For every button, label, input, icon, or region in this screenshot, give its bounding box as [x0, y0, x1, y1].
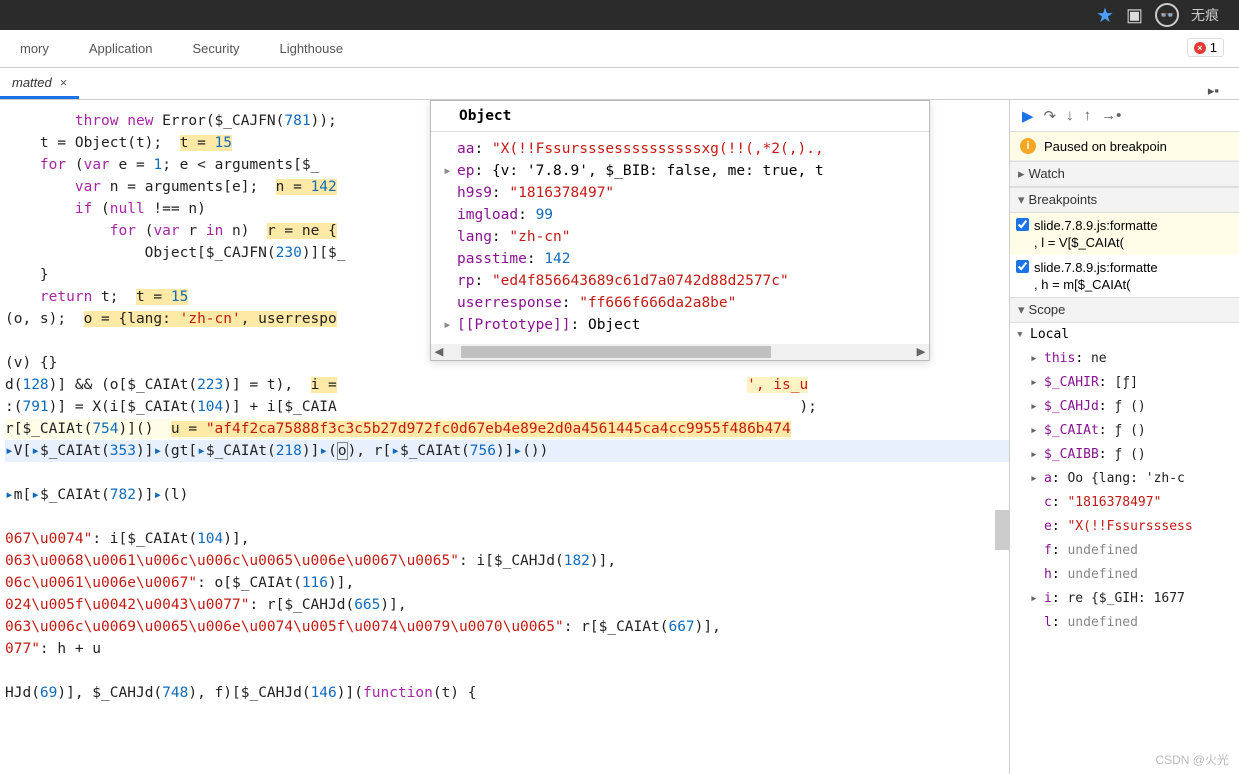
profile-avatar-icon[interactable]: 👓 — [1155, 3, 1179, 27]
scope-variable-row[interactable]: ▸this: ne — [1010, 347, 1239, 371]
scope-variable-row[interactable]: ▸$_CAHIR: [ƒ] — [1010, 371, 1239, 395]
tooltip-property-row[interactable]: ▸[[Prototype]]: Object — [439, 314, 921, 336]
tooltip-property-row[interactable]: h9s9: "1816378497" — [439, 182, 921, 204]
breakpoints-label: Breakpoints — [1029, 192, 1098, 207]
browser-chrome-bar: ★ ▣ 👓 无痕 — [0, 0, 1239, 30]
scope-variable-row[interactable]: ▸$_CAIBB: ƒ () — [1010, 443, 1239, 467]
breakpoint-item[interactable]: slide.7.8.9.js:formatte, h = m[$_CAIAt( — [1010, 255, 1239, 297]
main-split: throw new Error($_CAJFN(781)); t = Objec… — [0, 100, 1239, 774]
source-file-tabs: matted × ▸▪ — [0, 68, 1239, 100]
scope-variable-row[interactable]: ▸i: re {$_GIH: 1677 — [1010, 587, 1239, 611]
step-over-icon[interactable]: ↷ — [1044, 107, 1057, 125]
scope-variable-row[interactable]: l: undefined — [1010, 611, 1239, 635]
breakpoint-checkbox[interactable] — [1016, 218, 1029, 231]
tooltip-scrollbar[interactable]: ◀ ▶ — [431, 344, 929, 360]
scope-variable-row[interactable]: ▸a: Oo {lang: 'zh-c — [1010, 467, 1239, 491]
step-into-icon[interactable]: ↓ — [1066, 107, 1074, 124]
execution-step-icon[interactable]: ▸▪ — [1208, 83, 1219, 99]
frag-isu: ', is_u — [747, 377, 808, 393]
scope-variable-row[interactable]: h: undefined — [1010, 563, 1239, 587]
local-label: Local — [1030, 327, 1069, 342]
scope-local-header[interactable]: ▾Local — [1010, 323, 1239, 347]
debugger-side-pane: ▶ ↷ ↓ ↑ →• i Paused on breakpoin ▸Watch … — [1009, 100, 1239, 774]
error-icon: × — [1194, 42, 1206, 54]
resume-icon[interactable]: ▶ — [1022, 107, 1034, 125]
tab-application[interactable]: Application — [69, 30, 173, 67]
breakpoints-section[interactable]: ▾Breakpoints — [1010, 187, 1239, 213]
scroll-right-icon[interactable]: ▶ — [913, 341, 929, 363]
bookmark-star-icon[interactable]: ★ — [1096, 3, 1114, 28]
scope-variable-row[interactable]: e: "X(!!Fssursssess — [1010, 515, 1239, 539]
scope-section[interactable]: ▾Scope — [1010, 297, 1239, 323]
code-scrollbar[interactable] — [995, 510, 1009, 550]
scope-label: Scope — [1029, 302, 1066, 317]
scope-variable-row[interactable]: ▸$_CAHJd: ƒ () — [1010, 395, 1239, 419]
breakpoint-checkbox[interactable] — [1016, 260, 1029, 273]
tab-security[interactable]: Security — [173, 30, 260, 67]
debug-controls: ▶ ↷ ↓ ↑ →• — [1010, 100, 1239, 132]
tooltip-property-row[interactable]: userresponse: "ff666f666da2a8be" — [439, 292, 921, 314]
extension-icon[interactable]: ▣ — [1126, 5, 1143, 26]
error-count-badge[interactable]: × 1 — [1187, 38, 1224, 57]
step-out-icon[interactable]: ↑ — [1084, 107, 1092, 124]
tab-lighthouse[interactable]: Lighthouse — [259, 30, 363, 67]
tooltip-property-row[interactable]: aa: "X(!!Fssursssessssssssssxg(!!(,*2(,)… — [439, 138, 921, 160]
tooltip-property-row[interactable]: lang: "zh-cn" — [439, 226, 921, 248]
scroll-thumb[interactable] — [461, 346, 771, 358]
watermark: CSDN @火光 — [1155, 751, 1229, 768]
scope-variable-row[interactable]: ▸$_CAIAt: ƒ () — [1010, 419, 1239, 443]
tooltip-property-row[interactable]: ▸ep: {v: '7.8.9', $_BIB: false, me: true… — [439, 160, 921, 182]
pause-banner: i Paused on breakpoin — [1010, 132, 1239, 161]
object-preview-tooltip: Object aa: "X(!!Fssursssessssssssssxg(!!… — [430, 100, 930, 361]
tab-memory[interactable]: mory — [0, 30, 69, 67]
scope-variable-row[interactable]: c: "1816378497" — [1010, 491, 1239, 515]
frag-paren: ); — [799, 399, 816, 415]
tooltip-property-row[interactable]: rp: "ed4f856643689c61d7a0742d88d2577c" — [439, 270, 921, 292]
step-icon[interactable]: →• — [1101, 107, 1121, 124]
info-icon: i — [1020, 138, 1036, 154]
watch-label: Watch — [1029, 166, 1065, 181]
close-tab-icon[interactable]: × — [60, 75, 68, 90]
scope-variable-row[interactable]: f: undefined — [1010, 539, 1239, 563]
pause-message: Paused on breakpoin — [1044, 139, 1167, 154]
file-tab-name: matted — [12, 75, 52, 90]
watch-section[interactable]: ▸Watch — [1010, 161, 1239, 187]
tooltip-title: Object — [431, 101, 929, 132]
tooltip-property-row[interactable]: imgload: 99 — [439, 204, 921, 226]
error-count: 1 — [1210, 40, 1217, 55]
breakpoint-item[interactable]: slide.7.8.9.js:formatte, l = V[$_CAIAt( — [1010, 213, 1239, 255]
devtools-tabs: mory Application Security Lighthouse × 1 — [0, 30, 1239, 68]
profile-mode-label: 无痕 — [1191, 5, 1219, 25]
scroll-left-icon[interactable]: ◀ — [431, 341, 447, 363]
tooltip-property-row[interactable]: passtime: 142 — [439, 248, 921, 270]
source-code-pane[interactable]: throw new Error($_CAJFN(781)); t = Objec… — [0, 100, 1009, 774]
file-tab-active[interactable]: matted × — [0, 69, 79, 99]
